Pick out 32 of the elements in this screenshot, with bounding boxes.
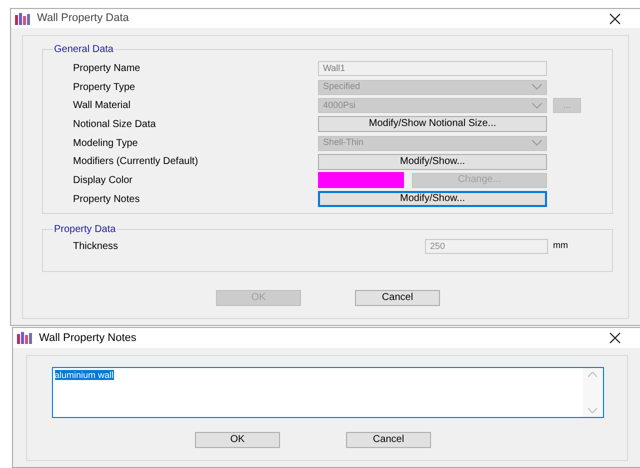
window-title: Wall Property Notes <box>39 330 138 346</box>
modify-show-button[interactable]: Modify/Show... <box>318 154 547 170</box>
close-icon[interactable] <box>609 332 621 344</box>
field-label: Display Color <box>73 174 134 188</box>
group-title: Property Data <box>53 223 117 237</box>
field-label: Property Name <box>73 62 142 76</box>
scroll-down-icon[interactable] <box>588 408 597 413</box>
dialog-button[interactable]: Cancel <box>346 432 431 448</box>
field-label: Property Notes <box>73 192 141 207</box>
dialog-button[interactable]: OK <box>195 432 280 448</box>
app-icon <box>15 12 31 24</box>
field-label: Thickness <box>73 240 120 254</box>
field-label: Modeling Type <box>73 136 139 151</box>
field-label: Wall Material <box>73 99 132 114</box>
chevron-down-icon <box>532 84 542 90</box>
scroll-up-icon[interactable] <box>588 372 597 377</box>
chevron-down-icon <box>532 140 542 146</box>
notes-text: aluminium wall <box>54 370 114 380</box>
modify-show-button[interactable]: Modify/Show Notional Size... <box>318 116 547 132</box>
scrollbar[interactable] <box>582 368 602 417</box>
group-title: General Data <box>53 43 114 57</box>
modify-show-button[interactable]: Modify/Show... <box>318 191 547 208</box>
dialog-button[interactable]: Cancel <box>355 290 440 306</box>
chevron-down-icon <box>532 102 542 109</box>
field-label: Notional Size Data <box>73 118 157 132</box>
app-icon <box>17 332 33 344</box>
notes-textarea[interactable]: aluminium wall <box>52 367 604 418</box>
unit-label: mm <box>553 239 568 252</box>
window-title: Wall Property Data <box>37 11 130 26</box>
field-label: Modifiers (Currently Default) <box>73 155 200 170</box>
close-icon[interactable] <box>609 12 621 24</box>
field-label: Property Type <box>73 80 136 95</box>
